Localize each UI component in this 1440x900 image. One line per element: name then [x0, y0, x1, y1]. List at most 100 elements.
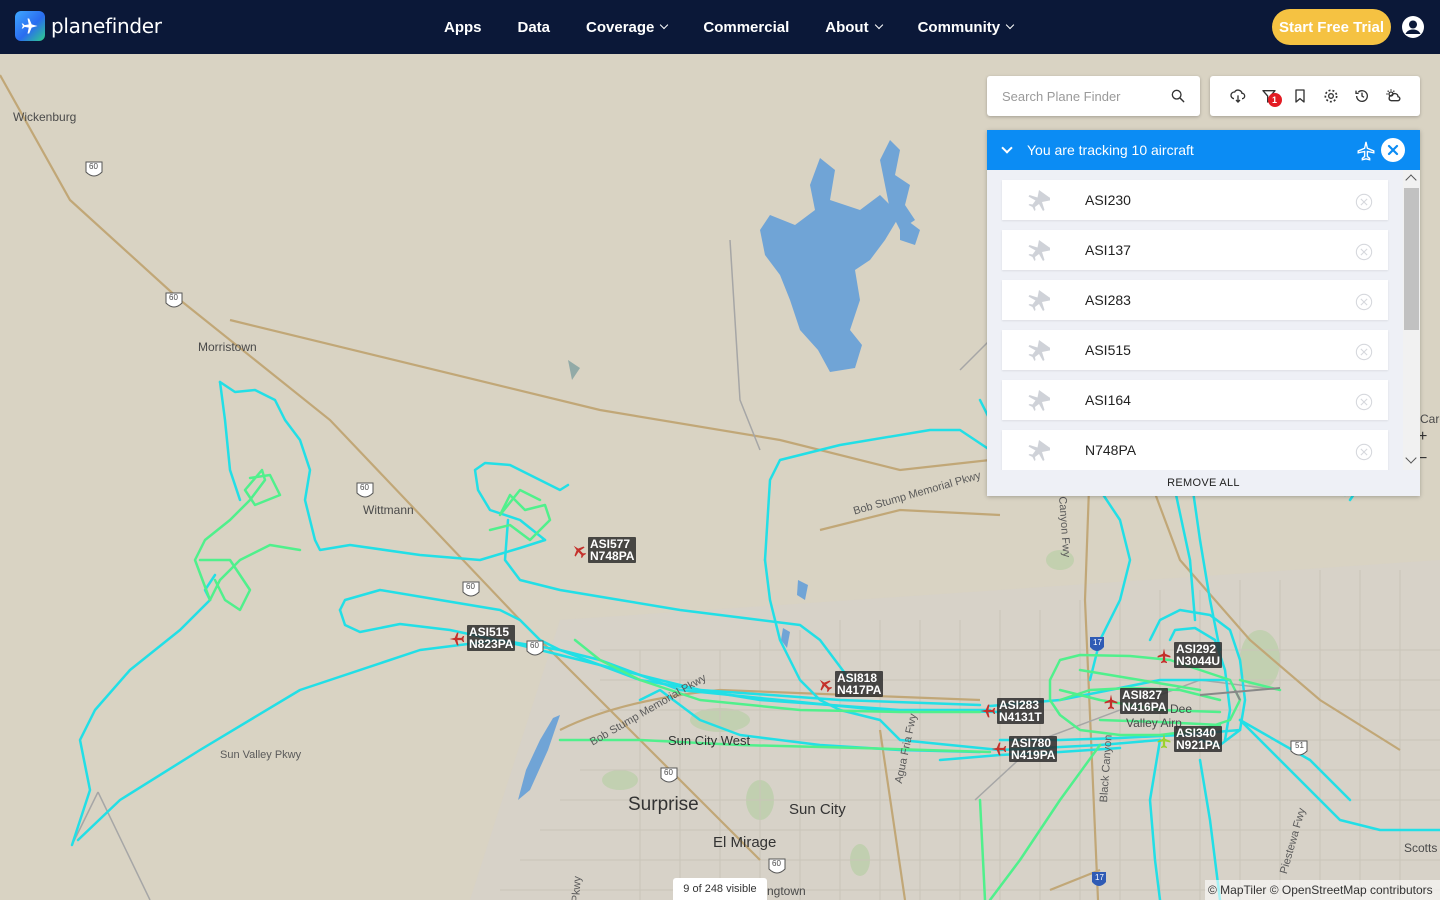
tracked-aircraft-item[interactable]: ASI164: [1002, 380, 1388, 420]
tracked-callsign: ASI283: [1085, 292, 1131, 308]
aircraft-label[interactable]: ASI827 N416PA: [1120, 688, 1169, 714]
close-tracking-button[interactable]: [1381, 138, 1405, 162]
tracked-aircraft-item[interactable]: N748PA: [1002, 430, 1388, 470]
plane-logo-icon: [15, 11, 45, 41]
aircraft-icon[interactable]: [979, 702, 997, 720]
aircraft-reg: N921PA: [1176, 738, 1221, 752]
aircraft-icon[interactable]: [1102, 693, 1120, 711]
road-sun-valley-pkwy: Sun Valley Pkwy: [220, 749, 302, 761]
weather-icon[interactable]: [1384, 87, 1402, 105]
place-deer: Dee: [1170, 702, 1193, 716]
main-nav: Apps Data Coverage Commercial About Comm…: [444, 0, 1049, 54]
aircraft-label[interactable]: ASI577 N748PA: [588, 537, 637, 563]
tracked-aircraft-item[interactable]: ASI230: [1002, 180, 1388, 220]
remove-circle-icon[interactable]: [1355, 443, 1373, 461]
map-attribution[interactable]: © MapTiler © OpenStreetMap contributors: [1205, 880, 1440, 900]
tracked-callsign: N748PA: [1085, 442, 1137, 458]
tracked-callsign: ASI515: [1085, 342, 1131, 358]
user-account-icon[interactable]: [1401, 15, 1425, 39]
collapse-chevron-icon[interactable]: [1001, 142, 1013, 154]
aircraft-icon[interactable]: [1155, 647, 1173, 665]
nav-coverage[interactable]: Coverage: [586, 19, 667, 36]
tracked-callsign: ASI137: [1085, 242, 1131, 258]
plane-icon: [1028, 240, 1050, 261]
scrollbar-thumb[interactable]: [1404, 188, 1419, 330]
start-free-trial-button[interactable]: Start Free Trial: [1272, 9, 1391, 45]
tracked-aircraft-item[interactable]: ASI515: [1002, 330, 1388, 370]
cloud-download-icon[interactable]: [1229, 87, 1247, 105]
plane-icon: [1028, 440, 1050, 461]
tracked-callsign: ASI230: [1085, 192, 1131, 208]
aircraft-icon[interactable]: [990, 740, 1008, 758]
aircraft-label[interactable]: ASI283 N4131T: [997, 698, 1044, 724]
route-60-shield: 60: [530, 641, 539, 650]
nav-community-label: Community: [917, 18, 1001, 36]
remove-circle-icon[interactable]: [1355, 293, 1373, 311]
top-navbar: planefinder Apps Data Coverage Commercia…: [0, 0, 1440, 54]
brand-name: planefinder: [51, 14, 162, 38]
place-wickenburg: Wickenburg: [13, 110, 77, 124]
aircraft-reg: N417PA: [837, 683, 882, 697]
nav-about-label: About: [825, 18, 869, 36]
scroll-up-arrow-icon[interactable]: [1405, 174, 1417, 186]
nav-community[interactable]: Community: [918, 19, 1014, 36]
place-el-mirage: El Mirage: [713, 834, 777, 851]
place-ngtown: ngtown: [767, 884, 806, 898]
aircraft-reg: N419PA: [1011, 748, 1056, 762]
aircraft-label[interactable]: ASI292 N3044U: [1174, 642, 1223, 668]
aircraft-label[interactable]: ASI515 N823PA: [467, 625, 516, 651]
route-60-shield: 60: [169, 293, 178, 302]
nav-apps[interactable]: Apps: [444, 19, 482, 36]
filter-icon[interactable]: 1: [1260, 87, 1282, 107]
planefinder-logo[interactable]: planefinder: [15, 11, 162, 41]
search-icon[interactable]: [1170, 88, 1186, 104]
route-60-shield: 60: [664, 768, 673, 777]
route-17-shield: 17: [1095, 873, 1104, 882]
place-care: Care: [1420, 412, 1440, 426]
settings-icon[interactable]: [1322, 87, 1340, 105]
nav-about[interactable]: About: [825, 19, 881, 36]
route-17-shield: 17: [1093, 638, 1102, 647]
tracked-aircraft-list[interactable]: ASI230 ASI137 ASI283 ASI515 ASI164 N748P…: [987, 170, 1403, 470]
tracked-aircraft-item[interactable]: ASI137: [1002, 230, 1388, 270]
plane-icon: [1028, 340, 1050, 361]
remove-circle-icon[interactable]: [1355, 343, 1373, 361]
aircraft-label[interactable]: ASI340 N921PA: [1174, 726, 1223, 752]
nav-commercial[interactable]: Commercial: [703, 19, 789, 36]
search-input[interactable]: [1002, 88, 1162, 104]
remove-circle-icon[interactable]: [1355, 193, 1373, 211]
tracking-panel: You are tracking 10 aircraft ASI230 ASI1…: [987, 130, 1420, 496]
remove-circle-icon[interactable]: [1355, 393, 1373, 411]
search-bar: [987, 76, 1200, 116]
plane-outline-icon[interactable]: [1355, 140, 1377, 162]
place-morristown: Morristown: [198, 340, 257, 354]
aircraft-reg: N416PA: [1122, 700, 1167, 714]
tracked-aircraft-item[interactable]: ASI283: [1002, 280, 1388, 320]
aircraft-reg: N4131T: [999, 710, 1042, 724]
nav-coverage-label: Coverage: [586, 18, 655, 36]
tracking-title: You are tracking 10 aircraft: [1027, 142, 1194, 158]
aircraft-icon[interactable]: [448, 630, 466, 648]
aircraft-reg: N823PA: [469, 637, 514, 651]
close-icon: [1387, 144, 1399, 156]
aircraft-label[interactable]: ASI818 N417PA: [835, 671, 884, 697]
bookmark-icon[interactable]: [1291, 87, 1309, 105]
route-60-shield: 60: [360, 483, 369, 492]
zoom-controls: + −: [1418, 428, 1440, 472]
route-60-shield: 60: [772, 859, 781, 868]
remove-all-button[interactable]: REMOVE ALL: [987, 470, 1420, 496]
plane-icon: [1028, 390, 1050, 411]
nav-data[interactable]: Data: [518, 19, 551, 36]
aircraft-icon[interactable]: [1155, 732, 1173, 750]
tracked-callsign: ASI164: [1085, 392, 1131, 408]
filter-count-badge: 1: [1267, 93, 1282, 107]
zoom-in-icon[interactable]: +: [1418, 428, 1440, 450]
list-scrollbar[interactable]: [1403, 170, 1420, 470]
aircraft-label[interactable]: ASI780 N419PA: [1009, 736, 1058, 762]
visible-aircraft-count: 9 of 248 visible: [673, 878, 767, 900]
scroll-down-arrow-icon[interactable]: [1405, 452, 1417, 464]
history-icon[interactable]: [1353, 87, 1371, 105]
remove-circle-icon[interactable]: [1355, 243, 1373, 261]
place-wittmann: Wittmann: [363, 503, 414, 517]
zoom-out-icon[interactable]: −: [1418, 450, 1440, 472]
